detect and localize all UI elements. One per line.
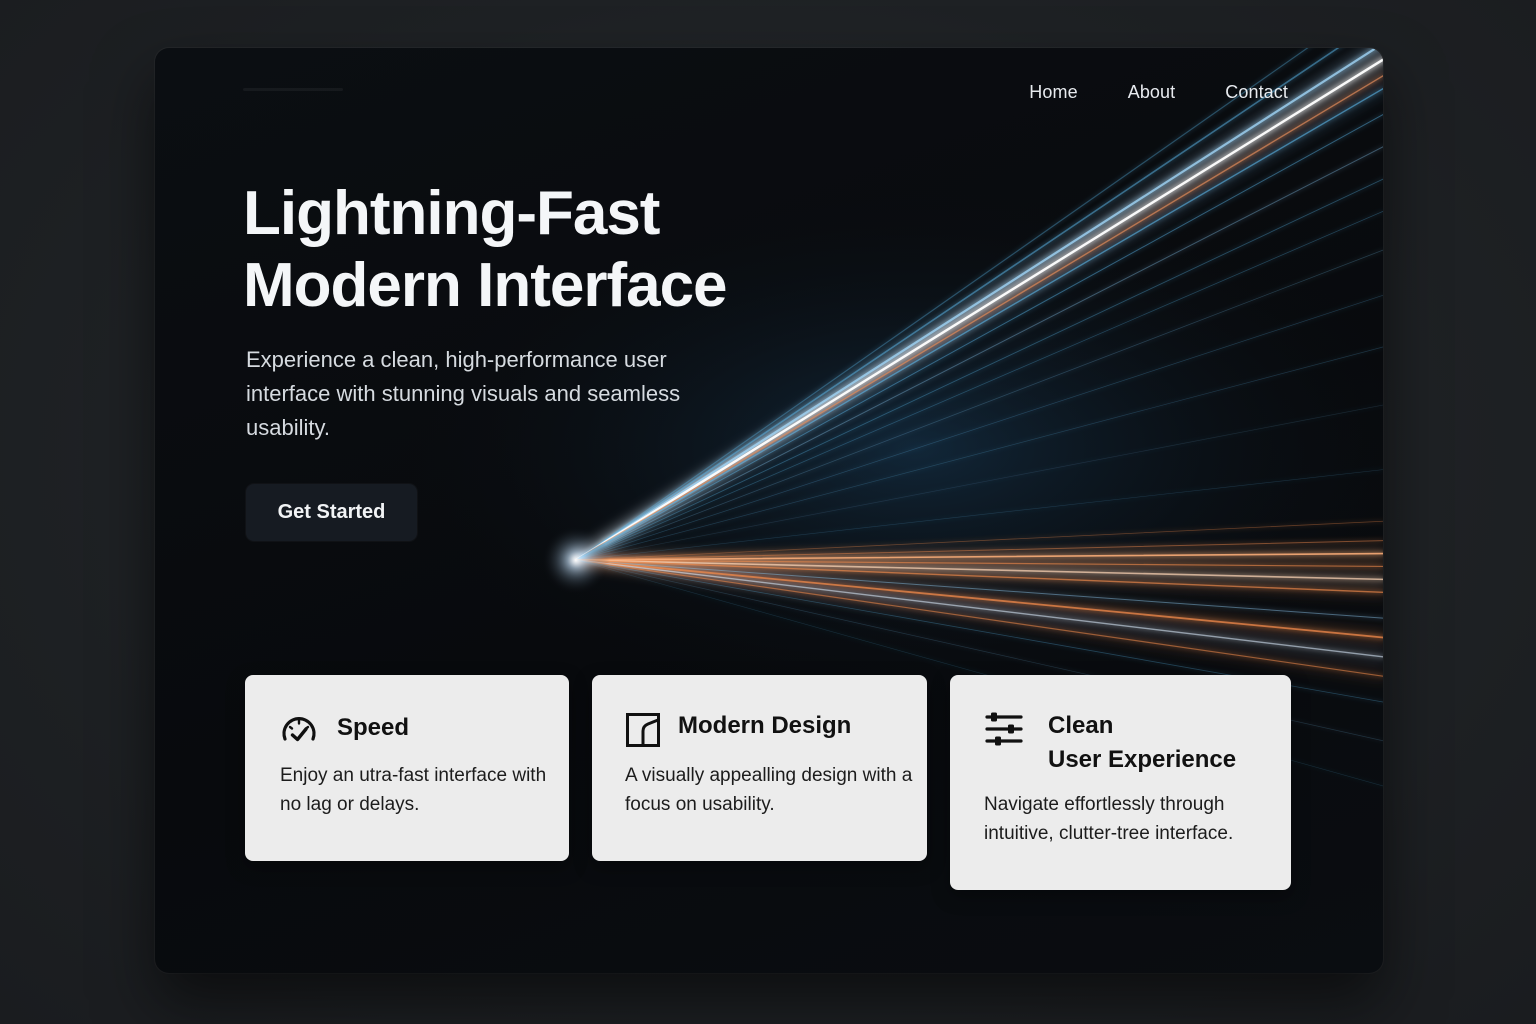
light-ray [574,558,1383,582]
feature-title: Clean User Experience [1048,709,1236,777]
light-ray [575,559,1383,677]
light-ray [575,469,1383,561]
light-ray [575,520,1383,561]
page-backdrop: Home About Contact Lightning-Fast Modern… [0,0,1536,1024]
light-ray [572,556,1383,571]
feature-title: Modern Design [678,712,852,739]
feature-title-line1: Clean [1048,712,1114,739]
get-started-button[interactable]: Get Started [246,484,417,541]
hero-title-line2: Modern Interface [243,251,728,320]
light-ray [574,558,1383,659]
light-ray [575,559,1383,658]
hero-title: Lightning-Fast Modern Interface [243,178,728,322]
feature-description: Enjoy an utra-fast interface with no lag… [280,765,547,815]
feature-card-header: Speed [279,711,409,751]
feature-card-modern-design: Modern Design A visually appealling desi… [592,675,927,861]
light-ray [575,559,1383,568]
light-ray [574,558,1383,678]
light-ray [570,554,1383,643]
light-ray [575,540,1383,561]
light-ray [575,559,1383,581]
light-ray [575,520,1383,561]
light-ray [575,559,1383,593]
light-ray [575,88,1383,561]
feature-card-speed: Speed Enjoy an utra-fast interface with … [245,675,569,861]
feature-card-clean-ux: Clean User Experience Navigate effortles… [950,675,1291,890]
speedometer-icon [282,717,316,742]
light-ray [575,552,1383,561]
light-ray [575,468,1383,561]
light-ray [575,559,1383,639]
feature-title-line2: User Experience [1048,746,1237,773]
feature-card-header: Modern Design [624,709,851,749]
light-ray [574,86,1383,562]
feature-card-header: Clean User Experience [984,709,1236,777]
feature-description: Navigate effortlessly through intuitive,… [984,794,1234,844]
design-frame-icon [626,713,660,747]
nav-about-link[interactable]: About [1128,82,1176,103]
top-nav: Home About Contact [1029,82,1288,103]
hero-subtitle: Experience a clean, high-performance use… [246,347,681,440]
feature-description: A visually appealling design with a focu… [625,765,913,815]
light-ray [571,555,1383,597]
nav-contact-link[interactable]: Contact [1225,82,1288,103]
light-ray [574,558,1383,620]
feature-title: Speed [337,714,410,741]
light-ray [575,559,1383,619]
landing-window: Home About Contact Lightning-Fast Modern… [155,48,1383,973]
light-ray [572,556,1383,680]
hero-title-line1: Lightning-Fast [243,179,660,248]
nav-home-link[interactable]: Home [1029,82,1077,103]
sliders-icon [985,712,1023,746]
light-ray [571,84,1383,565]
light-ray [571,555,1383,662]
light-ray [571,548,1383,565]
light-ray [574,558,1383,568]
light-ray [571,555,1383,585]
light-ray [573,557,1383,640]
light-ray [574,539,1383,562]
light-ray [574,558,1383,595]
logo-placeholder [243,88,343,91]
light-ray [574,551,1383,562]
